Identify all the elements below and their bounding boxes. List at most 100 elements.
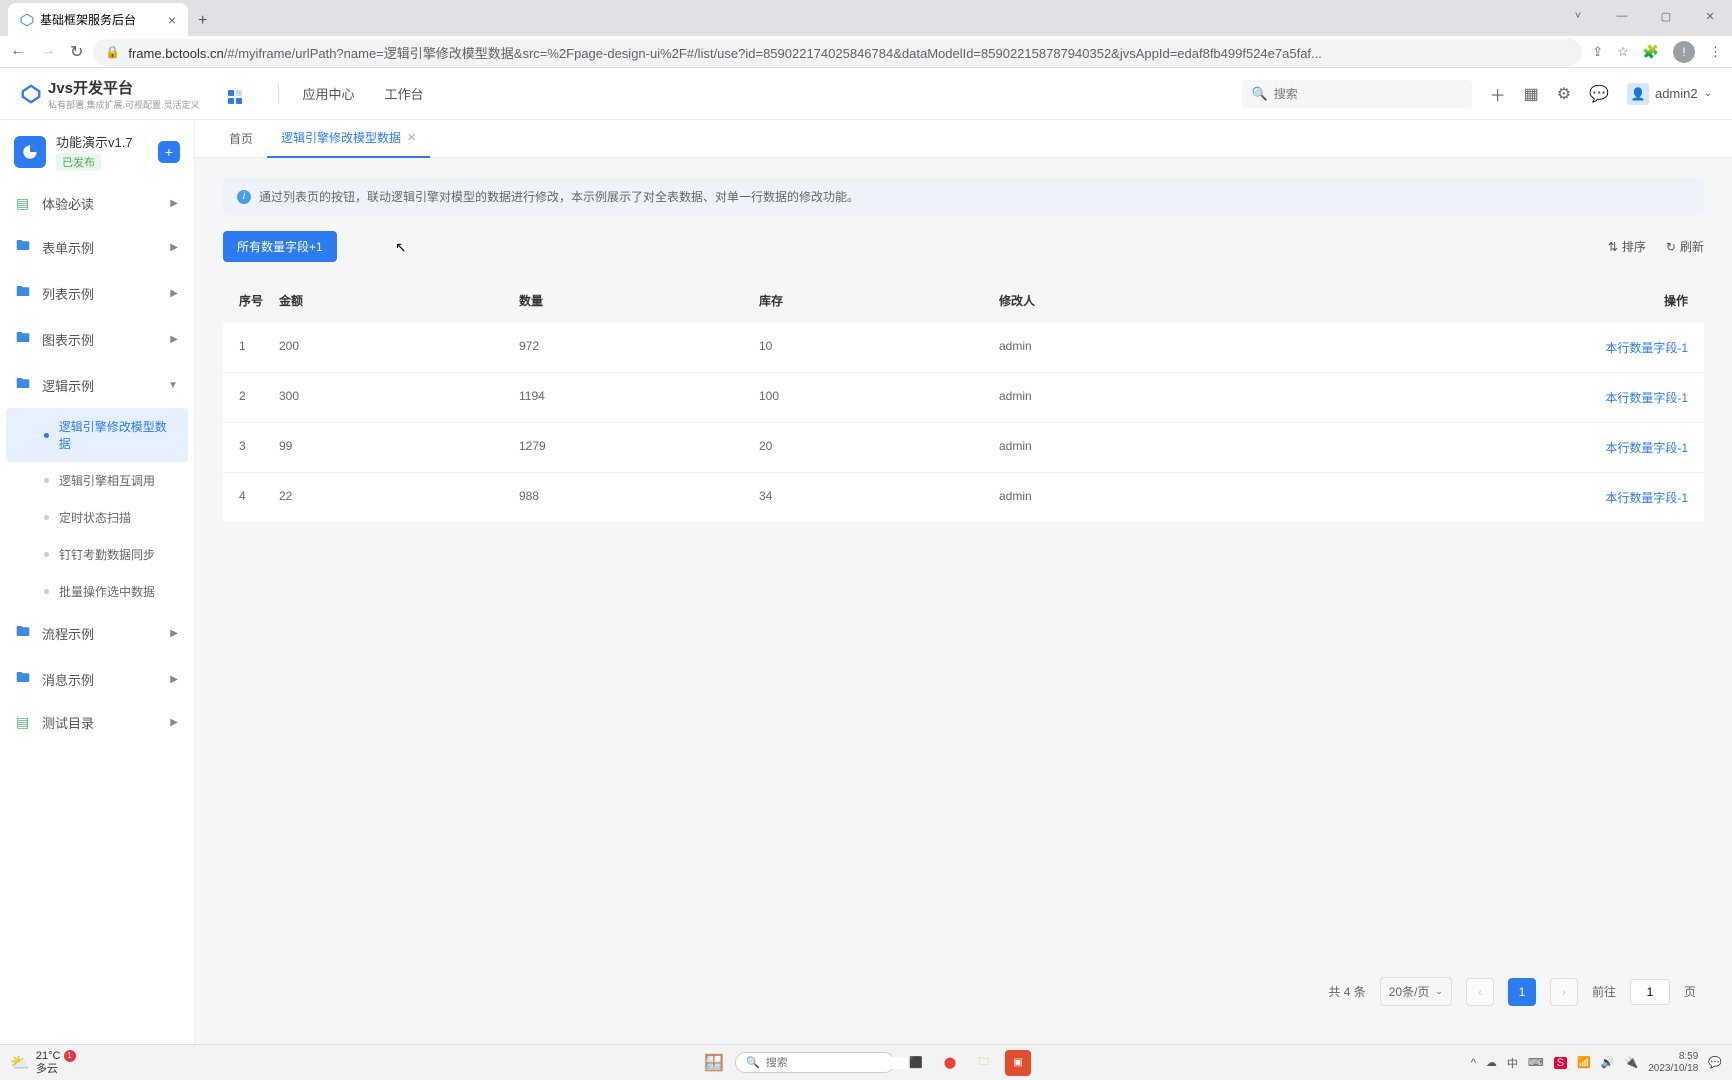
chevron-right-icon: ▶ <box>170 717 178 728</box>
row-decrement-link[interactable]: 本行数量字段-1 <box>1605 491 1688 505</box>
page-unit: 页 <box>1684 983 1696 1000</box>
tab-bar: 基础框架服务后台 × + ˅ — ▢ ✕ <box>0 0 1732 36</box>
cell-modifier: admin <box>999 489 1239 506</box>
gear-icon[interactable]: ⚙ <box>1557 84 1571 104</box>
th-amount: 金额 <box>279 292 519 309</box>
next-page-button[interactable]: › <box>1550 978 1578 1006</box>
taskview-icon[interactable]: ⬛ <box>903 1050 929 1076</box>
increment-all-button[interactable]: 所有数量字段+1 <box>223 231 337 262</box>
page-size-select[interactable]: 20条/页 ⌄ <box>1380 977 1452 1006</box>
tab-home[interactable]: 首页 <box>215 120 267 158</box>
dashboard-icon[interactable] <box>228 84 242 104</box>
kebab-icon[interactable]: ⋮ <box>1709 44 1722 60</box>
sub-item-dingtalk-sync[interactable]: 钉钉考勤数据同步 <box>0 536 194 573</box>
page-number-button[interactable]: 1 <box>1508 978 1536 1006</box>
user-menu[interactable]: 👤 admin2 ⌄ <box>1627 83 1712 105</box>
nav-app-center[interactable]: 应用中心 <box>303 84 355 103</box>
cell-op: 本行数量字段-1 <box>1239 439 1688 456</box>
tray-keyboard-icon[interactable]: ⌨ <box>1528 1056 1544 1069</box>
sub-item-batch-op[interactable]: 批量操作选中数据 <box>0 573 194 610</box>
sidebar-item-flow[interactable]: 🖿 流程示例 ▶ <box>0 610 194 656</box>
chrome-icon[interactable]: ⬤ <box>937 1050 963 1076</box>
cell-qty: 972 <box>519 339 759 356</box>
content-tabs: 首页 逻辑引擎修改模型数据 ✕ <box>195 120 1732 158</box>
browser-tab[interactable]: 基础框架服务后台 × <box>8 3 188 36</box>
cell-op: 本行数量字段-1 <box>1239 489 1688 506</box>
start-icon[interactable]: 🪟 <box>701 1050 727 1076</box>
chevron-right-icon: ▶ <box>170 334 178 345</box>
sort-button[interactable]: ⇅ 排序 <box>1608 238 1646 255</box>
sort-icon: ⇅ <box>1608 240 1618 254</box>
banner-text: 通过列表页的按钮，联动逻辑引擎对模型的数据进行修改，本示例展示了对全表数据、对单… <box>259 188 859 205</box>
info-banner: i 通过列表页的按钮，联动逻辑引擎对模型的数据进行修改，本示例展示了对全表数据、… <box>223 178 1704 215</box>
extension-icon[interactable]: 🧩 <box>1643 44 1659 60</box>
table-header: 序号 金额 数量 库存 修改人 操作 <box>223 278 1704 323</box>
sub-item-timer-scan[interactable]: 定时状态扫描 <box>0 499 194 536</box>
maximize-icon[interactable]: ▢ <box>1644 0 1688 32</box>
prev-page-button[interactable]: ‹ <box>1466 978 1494 1006</box>
sidebar-item-test[interactable]: ▤ 测试目录 ▶ <box>0 702 194 743</box>
taskbar-search[interactable]: 🔍 <box>735 1052 895 1073</box>
chevron-down-icon[interactable]: ˅ <box>1556 0 1600 32</box>
sidebar-item-form[interactable]: 🖿 表单示例 ▶ <box>0 224 194 270</box>
sub-item-mutual-call[interactable]: 逻辑引擎相互调用 <box>0 462 194 499</box>
nav-workbench[interactable]: 工作台 <box>385 84 424 103</box>
tray-battery-icon[interactable]: 🔌 <box>1625 1056 1639 1069</box>
search-input[interactable] <box>1274 87 1462 101</box>
app-icon[interactable]: ▣ <box>1005 1050 1031 1076</box>
cell-amount: 300 <box>279 389 519 406</box>
dot-icon <box>44 515 49 520</box>
plus-icon[interactable]: ＋ <box>1490 82 1506 106</box>
message-icon[interactable]: 💬 <box>1589 84 1609 104</box>
explorer-icon[interactable]: 🗀 <box>971 1050 997 1076</box>
share-icon[interactable]: ⇪ <box>1592 44 1603 60</box>
forward-icon[interactable]: → <box>40 42 56 62</box>
avatar: 👤 <box>1627 83 1649 105</box>
sidebar-item-logic[interactable]: 🖿 逻辑示例 ▼ <box>0 362 194 408</box>
nav-controls: ← → ↻ <box>10 42 83 62</box>
close-icon[interactable]: × <box>168 12 176 28</box>
tray-clock[interactable]: 8:59 2023/10/18 <box>1648 1051 1698 1075</box>
tray-chevron-icon[interactable]: ^ <box>1471 1057 1476 1069</box>
back-icon[interactable]: ← <box>10 42 26 62</box>
row-decrement-link[interactable]: 本行数量字段-1 <box>1605 341 1688 355</box>
sidebar-item-message[interactable]: 🖿 消息示例 ▶ <box>0 656 194 702</box>
tray-volume-icon[interactable]: 🔊 <box>1601 1056 1615 1069</box>
minimize-icon[interactable]: — <box>1600 0 1644 32</box>
url-field[interactable]: 🔒 frame.bctools.cn/#/myiframe/urlPath?na… <box>93 39 1582 66</box>
add-button[interactable]: + <box>158 141 180 163</box>
th-qty: 数量 <box>519 292 759 309</box>
folder-icon: 🖿 <box>16 373 32 397</box>
alert-badge: 1 <box>64 1050 76 1062</box>
refresh-button[interactable]: ↻ 刷新 <box>1666 238 1704 255</box>
sidebar-item-list[interactable]: 🖿 列表示例 ▶ <box>0 270 194 316</box>
tab-logic-modify[interactable]: 逻辑引擎修改模型数据 ✕ <box>267 120 430 158</box>
tray-lang-icon[interactable]: 中 <box>1507 1055 1518 1071</box>
new-tab-button[interactable]: + <box>188 6 217 36</box>
sidebar-item-chart[interactable]: 🖿 图表示例 ▶ <box>0 316 194 362</box>
doc-icon: ▤ <box>16 195 32 212</box>
dot-icon <box>44 589 49 594</box>
tray-notification-icon[interactable]: 💬 <box>1708 1056 1722 1069</box>
tray-wifi-icon[interactable]: 📶 <box>1577 1056 1591 1069</box>
row-decrement-link[interactable]: 本行数量字段-1 <box>1605 441 1688 455</box>
taskbar-search-input[interactable] <box>766 1057 908 1069</box>
th-op: 操作 <box>1239 292 1688 309</box>
star-icon[interactable]: ☆ <box>1617 44 1629 60</box>
project-icon <box>14 136 46 168</box>
goto-input[interactable] <box>1630 979 1670 1005</box>
grid-icon[interactable]: ▦ <box>1524 84 1539 104</box>
sidebar-item-experience[interactable]: ▤ 体验必读 ▶ <box>0 183 194 224</box>
sub-item-modify-model[interactable]: 逻辑引擎修改模型数据 <box>6 408 188 462</box>
row-decrement-link[interactable]: 本行数量字段-1 <box>1605 391 1688 405</box>
weather-widget[interactable]: ⛅ 21°C1 多云 <box>10 1050 76 1074</box>
profile-icon[interactable]: ! <box>1673 41 1695 63</box>
reload-icon[interactable]: ↻ <box>70 42 83 62</box>
close-tab-icon[interactable]: ✕ <box>407 131 416 144</box>
logo: Jvs开发平台 私有部署.集成扩展.可视配置.灵活定义 <box>20 77 200 111</box>
close-window-icon[interactable]: ✕ <box>1688 0 1732 32</box>
tray-cloud-icon[interactable]: ☁ <box>1486 1056 1497 1069</box>
tray-input-icon[interactable]: S <box>1554 1057 1567 1069</box>
cell-qty: 988 <box>519 489 759 506</box>
search-box[interactable]: 🔍 <box>1242 80 1472 108</box>
